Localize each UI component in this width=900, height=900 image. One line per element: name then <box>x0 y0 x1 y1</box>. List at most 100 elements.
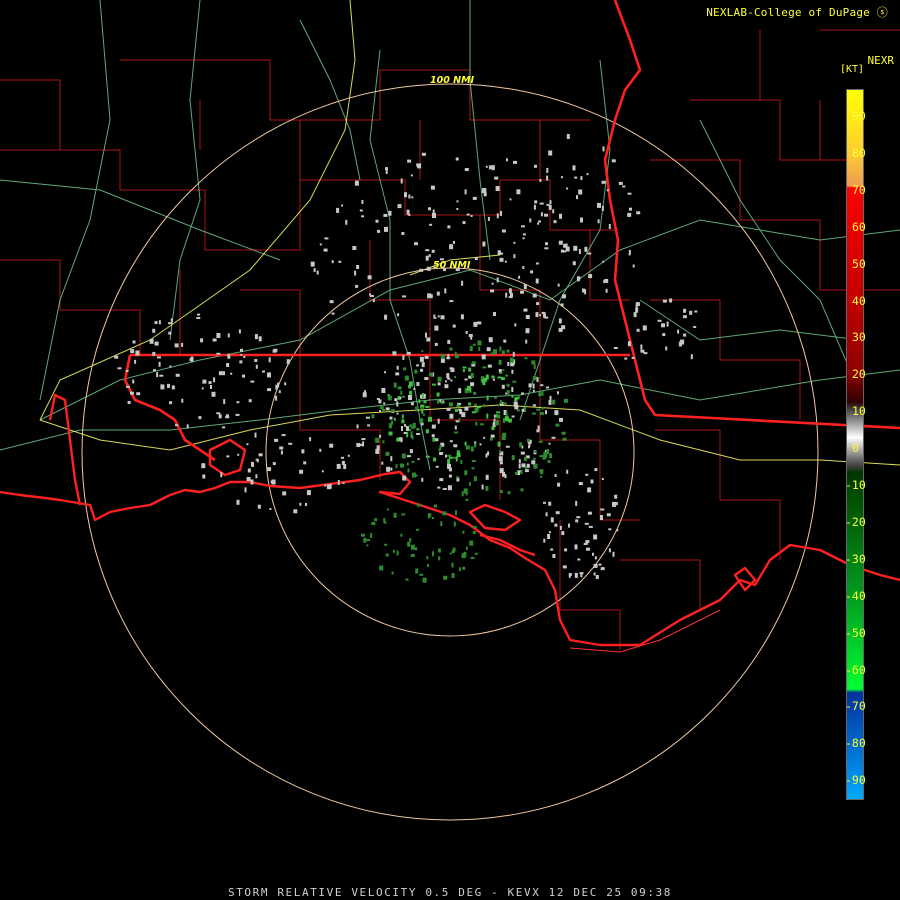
radar-echo <box>375 219 379 223</box>
radar-echo <box>362 441 365 447</box>
radar-echo <box>418 399 421 404</box>
radar-echo <box>323 248 328 252</box>
radar-echo <box>539 455 544 458</box>
radar-echo <box>168 322 172 325</box>
radar-echo <box>331 312 335 315</box>
radar-echo <box>464 378 468 381</box>
radar-echo <box>171 385 175 390</box>
radar-echo <box>690 354 693 360</box>
radar-echo <box>437 398 439 404</box>
scale-tick: -80 <box>845 736 866 751</box>
radar-echo <box>208 381 212 385</box>
radar-echo <box>428 207 431 211</box>
radar-echo <box>419 573 424 576</box>
radar-echo <box>536 408 541 411</box>
radar-echo <box>469 346 473 351</box>
radar-echo <box>523 456 527 461</box>
radar-echo <box>547 460 551 464</box>
radar-echo <box>454 431 458 434</box>
radar-echo <box>561 431 566 435</box>
radar-echo <box>483 188 487 194</box>
radar-echo <box>496 411 501 414</box>
radar-echo <box>585 540 590 544</box>
radar-echo <box>544 247 549 250</box>
radar-echo <box>640 344 643 350</box>
radar-echo <box>427 293 432 299</box>
radar-echo <box>345 219 348 225</box>
radar-echo <box>387 394 390 397</box>
radar-echo <box>381 461 384 465</box>
radar-echo <box>566 187 569 190</box>
radar-echo <box>614 502 618 506</box>
radar-echo <box>391 571 394 575</box>
radar-echo <box>483 436 486 439</box>
radar-echo <box>534 164 537 168</box>
radar-echo <box>518 463 521 469</box>
radar-echo <box>627 341 631 347</box>
radar-echo <box>600 508 605 511</box>
radar-echo <box>426 556 429 560</box>
radar-echo <box>455 157 459 161</box>
radar-echo <box>250 380 255 383</box>
radar-echo <box>486 347 491 352</box>
radar-echo <box>531 412 536 415</box>
radar-echo <box>541 406 544 410</box>
radar-echo <box>491 375 495 379</box>
radar-echo <box>669 298 673 303</box>
radar-echo <box>616 529 619 532</box>
radar-echo <box>549 395 552 400</box>
radar-echo <box>458 388 462 394</box>
radar-echo <box>502 418 505 423</box>
radar-echo <box>572 165 576 171</box>
radar-echo <box>271 479 276 485</box>
scale-tick: 90 <box>852 109 866 123</box>
radar-echo <box>458 418 461 422</box>
radar-echo <box>456 476 460 479</box>
radar-echo <box>554 410 559 416</box>
radar-echo <box>447 339 451 344</box>
radar-echo <box>356 424 359 429</box>
radar-echo <box>216 333 221 338</box>
radar-echo <box>482 382 486 386</box>
radar-echo <box>186 424 189 429</box>
radar-echo <box>525 315 530 319</box>
radar-echo <box>593 534 598 540</box>
product-footer: STORM RELATIVE VELOCITY 0.5 DEG - KEVX 1… <box>227 886 673 899</box>
radar-echo <box>593 563 598 568</box>
radar-echo <box>168 331 172 335</box>
radar-echo <box>410 431 413 437</box>
radar-echo <box>416 528 420 531</box>
radar-echo <box>541 390 544 396</box>
radar-echo <box>557 391 559 395</box>
radar-echo <box>416 428 420 431</box>
radar-echo <box>538 440 543 443</box>
radar-echo <box>443 575 448 580</box>
radar-echo <box>225 414 229 419</box>
radar-echo <box>402 475 407 481</box>
radar-echo <box>378 399 382 404</box>
radar-echo <box>533 450 537 453</box>
radar-echo <box>560 249 564 253</box>
radar-echo <box>525 339 528 344</box>
radar-echo <box>608 224 611 229</box>
radar-echo <box>552 209 555 214</box>
radar-echo <box>483 404 486 408</box>
radar-echo <box>379 434 382 438</box>
radar-echo <box>511 415 515 418</box>
radar-echo <box>577 558 581 561</box>
radar-echo <box>416 364 420 367</box>
radar-echo <box>390 456 393 462</box>
radar-echo <box>401 453 406 459</box>
radar-echo <box>406 455 411 458</box>
radar-echo <box>462 566 466 570</box>
radar-echo <box>584 522 589 525</box>
radar-echo <box>575 500 578 506</box>
radar-echo <box>437 418 440 424</box>
radar-echo <box>576 195 578 200</box>
radar-echo <box>552 554 556 558</box>
radar-echo <box>410 402 414 406</box>
radar-echo <box>306 490 311 496</box>
radar-echo <box>268 357 271 363</box>
radar-echo <box>414 369 418 374</box>
radar-echo <box>129 391 134 395</box>
